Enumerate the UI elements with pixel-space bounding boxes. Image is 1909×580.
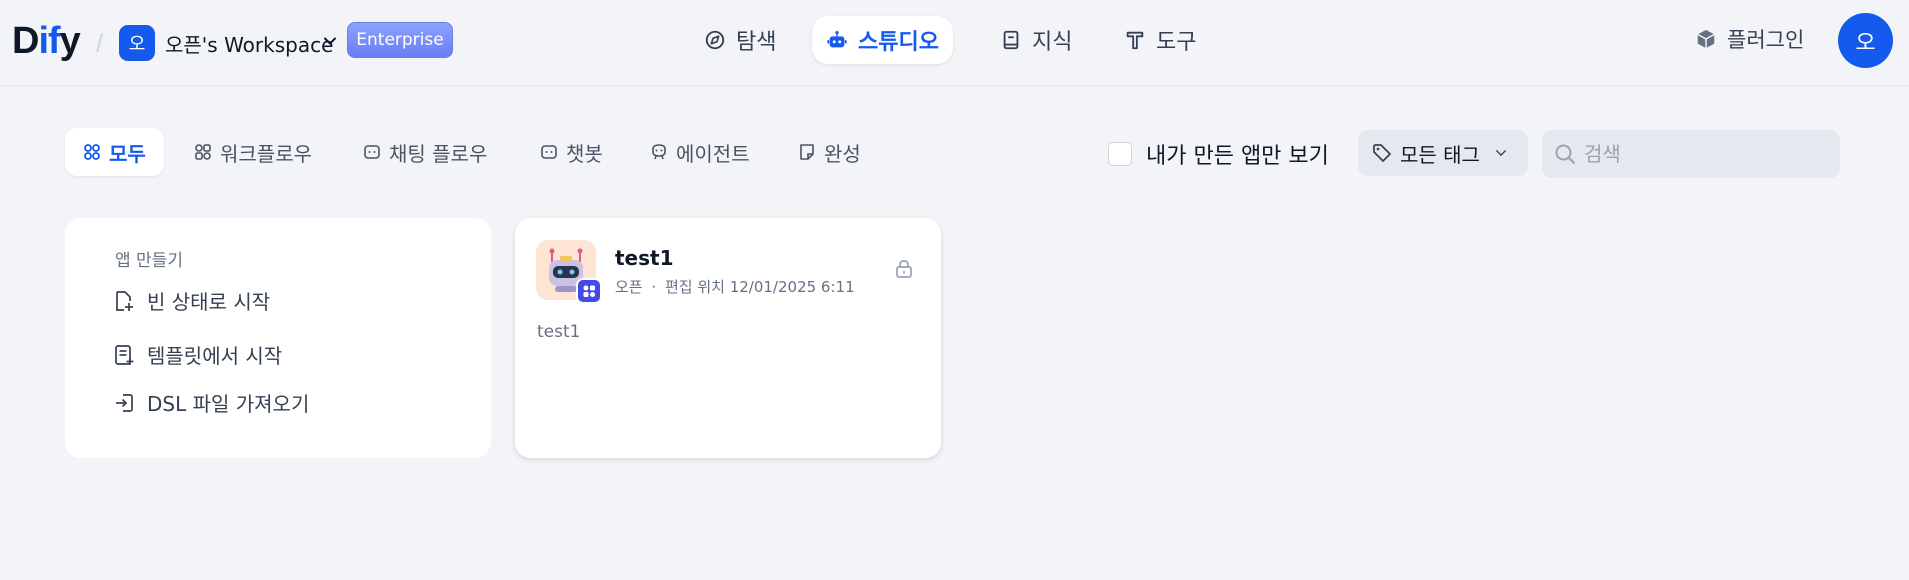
import-dsl-button[interactable]: DSL 파일 가져오기 [113,388,309,417]
app-name: test1 [615,246,674,270]
breadcrumb-separator: / [96,28,104,58]
plugin-button[interactable]: 플러그인 [1695,24,1804,54]
agent-icon [652,144,666,160]
template-icon [115,344,134,365]
nav-knowledge-label: 지식 [1032,30,1073,55]
tab-workflow[interactable]: 워크플로우 [176,128,330,176]
nav-tools[interactable]: 도구 [1110,16,1210,64]
file-plus-icon [116,290,133,311]
tab-all[interactable]: 모두 [65,128,164,176]
tab-agent-label: 에이전트 [676,141,750,166]
plan-badge: Enterprise [347,22,453,58]
workflow-icon [195,144,211,160]
tab-chatbot-label: 챗봇 [566,141,603,166]
workspace-avatar[interactable]: 오 [119,25,155,61]
app-card[interactable]: test1 오픈 · 편집 위치 12/01/2025 6:11 test1 [515,218,941,458]
nav-explore[interactable]: 탐색 [690,16,790,64]
book-icon [1003,30,1019,50]
nav-studio[interactable]: 스튜디오 [812,16,953,64]
search-box[interactable] [1542,130,1840,178]
create-app-title: 앱 만들기 [115,251,183,271]
hammer-icon [1126,31,1144,50]
import-icon [116,393,133,412]
tab-agent[interactable]: 에이전트 [632,128,768,176]
app-author: 오픈 [615,278,643,296]
import-dsl-label: DSL 파일 가져오기 [147,392,310,416]
lock-icon [896,260,912,278]
search-input[interactable] [1584,142,1824,166]
tab-chatflow[interactable]: 채팅 플로우 [345,128,505,176]
dify-logo[interactable]: Dify [12,20,81,63]
chatbot-icon [541,145,557,159]
chatflow-icon [364,145,380,159]
user-avatar[interactable]: 오 [1838,13,1893,68]
workspace-name[interactable]: 오픈's Workspace [165,29,333,58]
nav-studio-label: 스튜디오 [858,30,939,55]
tag-filter-label: 모든 태그 [1400,142,1480,167]
tag-icon [1373,144,1391,162]
search-icon [1555,144,1575,164]
mine-only-filter[interactable]: 내가 만든 앱만 보기 [1108,138,1329,170]
tab-all-label: 모두 [109,141,146,166]
tab-chatbot[interactable]: 챗봇 [522,128,621,176]
tab-completion[interactable]: 완성 [780,128,879,176]
chevron-down-icon[interactable] [323,34,337,48]
top-header: Dify / 오 오픈's Workspace Enterprise 탐색 스튜… [0,0,1909,86]
app-description: test1 [537,322,581,342]
nav-explore-label: 탐색 [736,30,777,55]
mine-only-checkbox[interactable] [1108,142,1132,166]
app-meta: 오픈 · 편집 위치 12/01/2025 6:11 [615,276,855,297]
create-blank-label: 빈 상태로 시작 [147,290,271,314]
completion-icon [800,144,814,160]
edited-time: 12/01/2025 6:11 [729,278,855,296]
nav-knowledge[interactable]: 지식 [986,16,1086,64]
compass-icon [705,30,725,50]
cube-icon [1697,29,1715,49]
create-from-template-button[interactable]: 템플릿에서 시작 [113,340,282,369]
meta-separator: · [651,278,657,296]
edited-label: 편집 위치 [664,278,725,296]
tab-chatflow-label: 채팅 플로우 [389,141,488,166]
agent-type-badge-icon [576,278,602,304]
tab-completion-label: 완성 [824,141,861,166]
create-blank-button[interactable]: 빈 상태로 시작 [113,286,270,315]
tag-filter-button[interactable]: 모든 태그 [1358,130,1528,176]
plugin-label: 플러그인 [1727,28,1805,52]
nav-tools-label: 도구 [1156,30,1197,55]
chevron-down-icon [1496,150,1506,157]
tab-workflow-label: 워크플로우 [220,141,312,166]
mine-only-label: 내가 만든 앱만 보기 [1146,144,1329,169]
robot-icon [827,31,847,48]
create-from-template-label: 템플릿에서 시작 [147,344,283,368]
create-app-card: 앱 만들기 빈 상태로 시작 템플릿에서 시작 DSL 파일 가져오기 [65,218,491,458]
grid-icon [84,144,100,160]
